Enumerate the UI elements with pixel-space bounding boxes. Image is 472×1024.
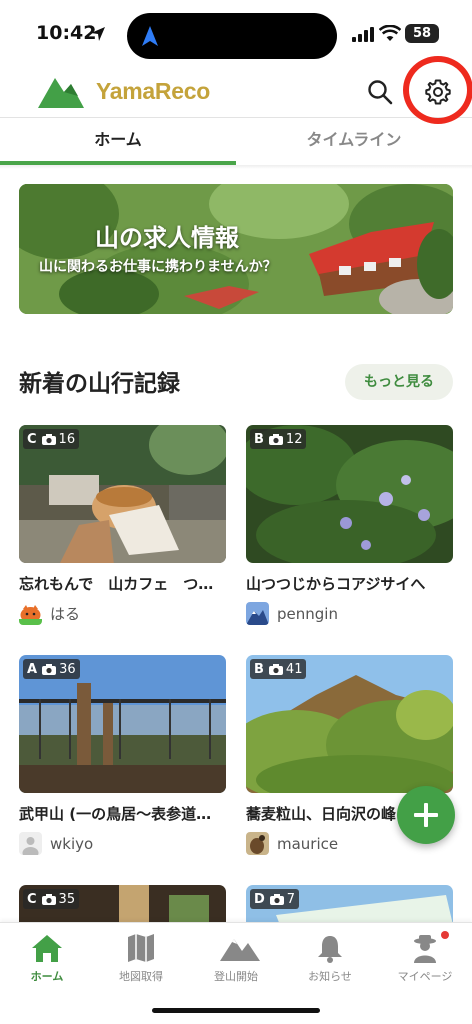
- record-card[interactable]: C 16 忘れもんで 山カフェ つ… はる: [19, 425, 226, 625]
- nav-notifications[interactable]: お知らせ: [283, 923, 377, 989]
- job-info-banner[interactable]: 山の求人情報 山に関わるお仕事に携わりませんか？: [19, 184, 453, 314]
- status-time: 10:42: [36, 22, 97, 44]
- user-name: wkiyo: [50, 834, 94, 853]
- record-photo: A 36: [19, 655, 226, 793]
- tab-bar: ホーム タイムライン: [0, 119, 472, 165]
- section-title: 新着の山行記録: [19, 371, 180, 397]
- banner-subtitle: 山に関わるお仕事に携わりませんか？: [39, 259, 277, 275]
- wifi-icon: [379, 25, 401, 41]
- settings-button[interactable]: [424, 78, 452, 106]
- camera-icon: [42, 663, 57, 675]
- record-user: はる: [19, 602, 226, 625]
- tab-home[interactable]: ホーム: [0, 119, 236, 165]
- nav-label: マイページ: [397, 970, 453, 983]
- notification-dot: [441, 931, 449, 939]
- nav-label: 登山開始: [214, 970, 258, 983]
- user-avatar: [19, 832, 42, 855]
- camera-icon: [41, 893, 56, 905]
- app-header: YamaReco: [0, 66, 472, 118]
- tab-timeline[interactable]: タイムライン: [236, 119, 472, 165]
- grade-letter: B: [254, 431, 264, 447]
- grade-letter: C: [27, 431, 37, 447]
- nav-map-download[interactable]: 地図取得: [94, 923, 188, 989]
- nav-start-climb[interactable]: 登山開始: [189, 923, 283, 989]
- mountain-icon: [220, 939, 260, 961]
- photo-count: 12: [285, 431, 303, 447]
- bell-icon: [318, 936, 342, 963]
- hiker-profile-icon: [414, 935, 436, 963]
- status-bar: 10:42 58: [0, 0, 472, 66]
- nav-my-page[interactable]: マイページ: [378, 923, 472, 989]
- nav-label: お知らせ: [308, 970, 352, 983]
- battery-indicator: 58: [405, 24, 439, 43]
- camera-icon: [269, 893, 284, 905]
- grade-letter: D: [254, 891, 265, 907]
- search-button[interactable]: [366, 78, 394, 106]
- photo-count: 16: [58, 431, 76, 447]
- record-card[interactable]: B 12 山つつじからコアジサイへ penngin: [246, 425, 453, 625]
- map-icon: [128, 934, 154, 962]
- navigation-arrow-icon: [142, 26, 158, 46]
- mountain-logo-icon: [38, 78, 84, 108]
- user-name: はる: [50, 605, 81, 623]
- user-avatar: [246, 602, 269, 625]
- grade-badge: C 16: [23, 429, 80, 449]
- record-photo: C 16: [19, 425, 226, 563]
- search-icon: [368, 80, 393, 105]
- camera-icon: [268, 663, 283, 675]
- user-avatar: [19, 602, 42, 625]
- brand-name: YamaReco: [96, 77, 210, 104]
- grade-badge: B 12: [250, 429, 307, 449]
- grade-letter: C: [27, 891, 37, 907]
- record-user: penngin: [246, 602, 453, 625]
- nav-label: 地図取得: [119, 970, 163, 983]
- nav-label: ホーム: [30, 970, 64, 983]
- user-name: penngin: [277, 604, 338, 623]
- user-name: maurice: [277, 834, 339, 853]
- grade-badge: B 41: [250, 659, 307, 679]
- yamareco-logo[interactable]: YamaReco: [38, 74, 210, 108]
- record-card[interactable]: A 36 武甲山 (一の鳥居〜表参道… wkiyo: [19, 655, 226, 855]
- grade-badge: D7: [250, 889, 300, 909]
- banner-title: 山の求人情報: [95, 224, 239, 252]
- user-avatar: [246, 832, 269, 855]
- photo-count: 41: [285, 661, 303, 677]
- photo-count: 7: [286, 891, 296, 907]
- add-record-button[interactable]: [397, 786, 455, 844]
- camera-icon: [268, 433, 283, 445]
- grade-letter: A: [27, 661, 38, 677]
- record-title: 山つつじからコアジサイへ: [246, 575, 426, 593]
- home-icon: [32, 935, 62, 962]
- nav-home[interactable]: ホーム: [0, 923, 94, 989]
- grade-badge: A 36: [23, 659, 80, 679]
- home-indicator: [152, 1008, 320, 1013]
- record-photo: B 12: [246, 425, 453, 563]
- record-photo: B 41: [246, 655, 453, 793]
- camera-icon: [41, 433, 56, 445]
- see-more-button[interactable]: もっと見る: [345, 364, 453, 400]
- grade-letter: B: [254, 661, 264, 677]
- location-arrow-icon: [91, 27, 105, 41]
- photo-count: 35: [58, 891, 76, 907]
- record-title: 忘れもんで 山カフェ つ…: [19, 575, 214, 593]
- cellular-signal-icon: [352, 27, 374, 42]
- plus-icon: [414, 803, 438, 827]
- record-user: wkiyo: [19, 832, 226, 855]
- gear-icon: [425, 79, 451, 105]
- record-title: 武甲山 (一の鳥居〜表参道…: [19, 805, 212, 823]
- photo-count: 36: [59, 661, 76, 677]
- tab-shadow: [0, 165, 472, 169]
- grade-badge: C 35: [23, 889, 80, 909]
